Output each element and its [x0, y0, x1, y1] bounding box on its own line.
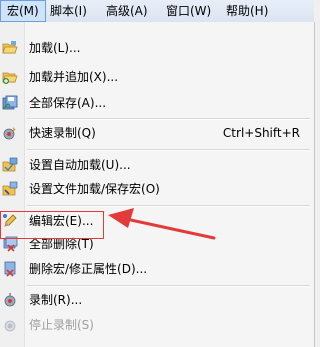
file-macro-icon — [2, 181, 18, 196]
menu-macro[interactable]: 宏(M) — [0, 0, 46, 22]
menu-item-quick-record[interactable]: 快速录制(Q) Ctrl+Shift+R — [0, 122, 314, 144]
delete-macro-icon — [4, 261, 16, 277]
menu-window[interactable]: 窗口(W) — [160, 0, 217, 22]
menu-item-save-all[interactable]: 全部保存(A)... — [0, 92, 314, 114]
menu-separator — [27, 285, 310, 287]
menu-item-record[interactable]: 录制(R)... — [0, 289, 314, 311]
menu-item-stop-record: 停止录制(S) — [0, 314, 314, 336]
menu-script[interactable]: 脚本(I) — [44, 0, 93, 22]
record-icon — [4, 293, 16, 307]
annotation-highlight-box — [0, 211, 104, 239]
folder-open-icon — [2, 41, 18, 54]
quick-record-icon — [3, 127, 16, 140]
menu-bar: 宏(M) 脚本(I) 高级(A) 窗口(W) 帮助(H) — [0, 0, 314, 23]
menu-item-delete-macro[interactable]: 删除宏/修正属性(D)... — [0, 258, 314, 280]
macro-dropdown-menu: 加载(L)... 加载并追加(X)... 全部保存(A)... 快速录制(Q) … — [0, 22, 315, 347]
folder-add-icon — [2, 72, 18, 84]
menu-separator — [27, 118, 310, 120]
stop-record-icon — [4, 320, 16, 332]
menu-item-set-autoload[interactable]: 设置自动加载(U)... — [0, 154, 314, 176]
menu-advanced[interactable]: 高级(A) — [100, 0, 154, 22]
menu-separator — [27, 205, 310, 207]
autoload-icon — [2, 157, 18, 172]
menu-help[interactable]: 帮助(H) — [220, 0, 274, 22]
menu-item-load-append[interactable]: 加载并追加(X)... — [0, 66, 314, 88]
shortcut-text: Ctrl+Shift+R — [222, 126, 300, 140]
save-all-icon — [2, 95, 18, 110]
menu-separator — [27, 149, 310, 151]
menu-item-file-load-save-macro[interactable]: 设置文件加载/保存宏(O) — [0, 178, 314, 200]
menu-item-load[interactable]: 加载(L)... — [0, 37, 314, 59]
